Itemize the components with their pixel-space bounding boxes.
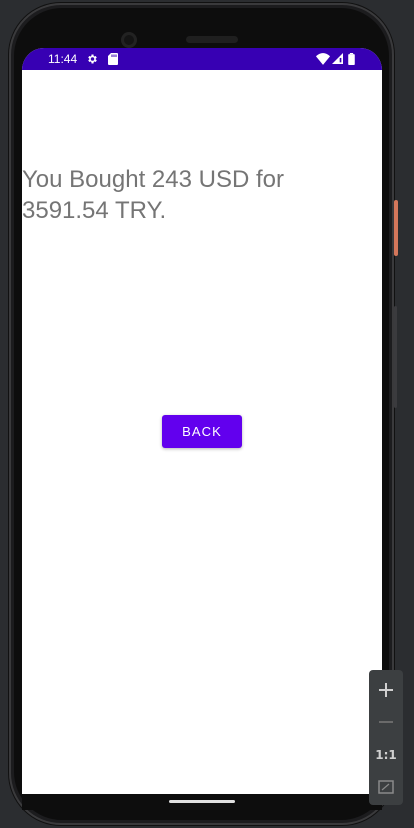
power-button[interactable]	[394, 200, 398, 256]
status-time: 11:44	[48, 52, 78, 66]
zoom-in-button[interactable]	[369, 675, 403, 705]
sd-card-icon	[108, 53, 118, 65]
minus-icon	[379, 721, 393, 723]
gesture-navigation-bar[interactable]	[169, 800, 235, 803]
actual-size-button[interactable]: 1:1	[369, 740, 403, 770]
emulator-zoom-toolbar: 1:1	[369, 670, 403, 805]
fit-screen-icon	[378, 780, 394, 794]
purchase-result-text: You Bought 243 USD for 3591.54 TRY.	[22, 166, 284, 224]
status-bar: 11:44	[22, 48, 382, 70]
wifi-icon	[316, 53, 330, 65]
fit-screen-button[interactable]	[369, 772, 403, 802]
earpiece-speaker	[186, 36, 238, 43]
device-screen: 11:44 You Bought 243 USD for 3591.54 TRY…	[22, 48, 382, 794]
plus-icon	[379, 683, 393, 697]
signal-icon	[332, 53, 343, 64]
front-camera-icon	[121, 32, 137, 48]
back-button[interactable]: BACK	[162, 415, 242, 448]
gear-icon	[88, 54, 97, 64]
volume-button[interactable]	[394, 306, 397, 408]
battery-icon	[348, 53, 355, 65]
zoom-out-button[interactable]	[369, 707, 403, 737]
